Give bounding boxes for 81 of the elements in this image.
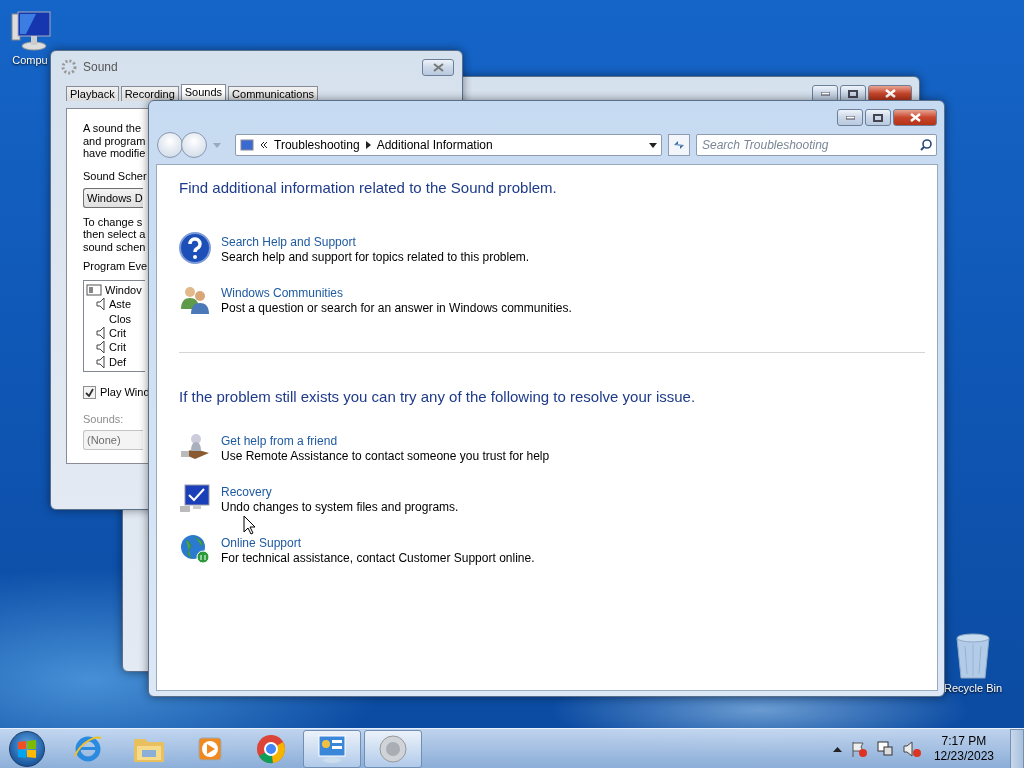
description-text: and program: [83, 134, 146, 147]
date-text: 12/23/2023: [933, 749, 994, 764]
close-icon: [909, 113, 921, 122]
back-button[interactable]: [157, 132, 183, 158]
search-field[interactable]: Search Troubleshooting: [696, 134, 937, 156]
link-description: Undo changes to system files and programs.: [221, 500, 459, 515]
search-icon[interactable]: [920, 139, 932, 151]
breadcrumb-item[interactable]: Additional Information: [376, 138, 493, 152]
media-player-icon: [196, 735, 224, 763]
tab[interactable]: Recording: [120, 86, 179, 101]
scheme-label: Sound Scher: [83, 169, 147, 182]
description-text: have modifie: [83, 147, 146, 160]
tab[interactable]: Playback: [66, 86, 119, 101]
link[interactable]: Search Help and Support: [221, 235, 530, 250]
help-icon: [179, 232, 211, 264]
section-heading: Find additional information related to the Sound problem.: [179, 178, 558, 198]
maximize-button[interactable]: [865, 109, 891, 126]
link-description: Post a question or search for an answer in Windows communities.: [221, 301, 572, 316]
show-desktop-button[interactable]: [1010, 729, 1024, 768]
instructions-text: To change s: [83, 215, 143, 229]
description-text: A sound the: [83, 122, 142, 135]
taskbar-button[interactable]: [364, 730, 422, 768]
link-description: For technical assistance, contact Customer Support online.: [221, 551, 535, 566]
maximize-icon: [848, 89, 858, 98]
close-button[interactable]: [422, 58, 454, 76]
windows-logo-icon: [17, 739, 37, 759]
arrow-icon: [365, 141, 371, 149]
instructions-text: sound schen: [83, 240, 146, 254]
tree-item[interactable]: Windov: [105, 283, 142, 296]
icon-label: Recycle Bin: [944, 682, 1003, 694]
checkbox[interactable]: [83, 385, 96, 399]
browser-icon: [73, 734, 103, 764]
check-icon: [85, 387, 94, 397]
forward-button[interactable]: [181, 132, 207, 158]
globe-icon: [179, 533, 211, 565]
link[interactable]: Online Support: [221, 536, 535, 551]
icon-label: Compu: [12, 54, 48, 66]
scheme-dropdown[interactable]: Windows D: [83, 188, 143, 208]
section-heading: If the problem still exists you can try any of the following to resolve your issue.: [179, 387, 697, 407]
taskbar-button[interactable]: [303, 730, 361, 768]
events-label: Program Eve: [83, 260, 148, 273]
clock[interactable]: 7:17 PM 12/23/2023: [929, 734, 1002, 764]
minimize-button[interactable]: [837, 109, 863, 126]
link[interactable]: Get help from a friend: [221, 434, 550, 449]
refresh-icon: [672, 139, 686, 151]
close-icon: [432, 62, 444, 72]
flag-icon[interactable]: [849, 740, 868, 758]
tree-item[interactable]: Aste: [109, 298, 131, 311]
sounds-dropdown[interactable]: (None): [83, 430, 143, 450]
tree-item[interactable]: Clos: [109, 312, 131, 325]
maximize-icon: [873, 113, 883, 122]
window-title: Sound: [83, 60, 119, 74]
address-bar[interactable]: Troubleshooting Additional Information: [235, 134, 662, 156]
start-button[interactable]: [9, 731, 45, 767]
link-description: Search help and support for topics related to this problem.: [221, 250, 530, 265]
instructions-text: then select a: [83, 228, 146, 241]
refresh-button[interactable]: [668, 134, 690, 156]
link[interactable]: Recovery: [221, 485, 459, 500]
tree-item[interactable]: Crit: [109, 341, 127, 354]
caret-icon: [213, 142, 221, 148]
chevron-icon: [260, 141, 268, 149]
close-button[interactable]: [893, 109, 937, 126]
window-icon: [86, 283, 102, 296]
link[interactable]: Windows Communities: [221, 286, 572, 301]
chrome-icon: [256, 734, 286, 764]
monitor-icon: [179, 482, 211, 514]
tree-item[interactable]: Def: [109, 355, 127, 368]
minimize-icon: [845, 115, 855, 120]
sounds-label: Sounds:: [83, 412, 124, 426]
volume-muted-icon[interactable]: [901, 740, 922, 758]
breadcrumb-item[interactable]: Troubleshooting: [274, 138, 360, 152]
show-hidden-icon[interactable]: [832, 746, 842, 752]
link-description: Use Remote Assistance to contact someone you trust for help: [221, 449, 550, 464]
close-icon: [884, 89, 896, 98]
network-icon[interactable]: [875, 740, 894, 758]
minimize-icon: [820, 91, 830, 96]
time-text: 7:17 PM: [941, 734, 987, 749]
caret-icon: [649, 142, 657, 148]
tree-item[interactable]: Crit: [109, 326, 127, 339]
mouse-pointer-icon: [243, 515, 256, 535]
sound-icon: [61, 59, 77, 75]
